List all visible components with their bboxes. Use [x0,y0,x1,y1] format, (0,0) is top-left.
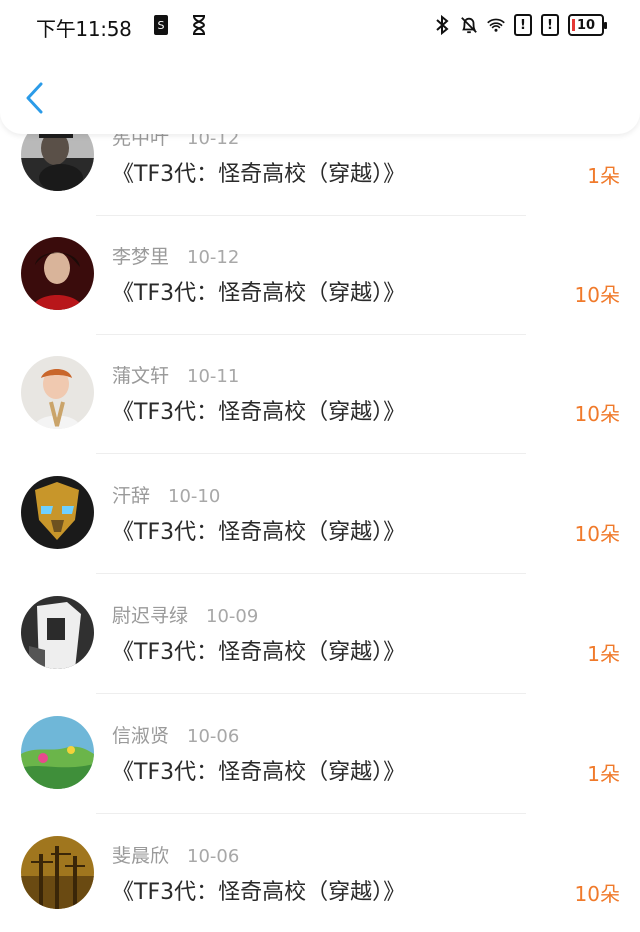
list-item[interactable]: 宪中叶 10-12 《TF3代：怪奇高校（穿越）》 1朵 [0,118,640,238]
sent-date: 10-06 [187,846,240,867]
storage-s-icon: S [152,13,170,37]
divider [96,813,526,814]
divider [96,453,526,454]
status-right-icons: ! ! 10 [433,13,607,37]
avatar[interactable] [21,716,94,789]
book-title: 《TF3代：怪奇高校（穿越）》 [112,162,406,187]
sender-name: 李梦里 [112,246,170,268]
list-item[interactable]: 尉迟寻绿 10-09 《TF3代：怪奇高校（穿越）》 1朵 [0,596,640,716]
flower-count: 10朵 [574,882,620,906]
sent-date: 10-06 [187,726,240,747]
bell-off-icon [460,13,478,37]
sender-line: 李梦里 10-12 [112,242,239,269]
list-item[interactable]: 李梦里 10-12 《TF3代：怪奇高校（穿越）》 10朵 [0,237,640,357]
bluetooth-icon [433,13,451,37]
sender-name: 信淑贤 [112,725,170,747]
sender-line: 信淑贤 10-06 [112,721,239,748]
avatar[interactable] [21,476,94,549]
status-left-icons: S [152,13,208,37]
sender-line: 汗辞 10-10 [112,481,220,508]
flower-count: 10朵 [574,522,620,546]
avatar[interactable] [21,596,94,669]
divider [96,693,526,694]
sender-name: 汗辞 [112,485,151,507]
divider [96,215,526,216]
divider [96,573,526,574]
battery-icon: 10 [568,14,607,36]
svg-text:S: S [158,19,165,32]
sent-date: 10-11 [187,366,240,387]
status-time: 下午11:58 [36,17,132,41]
status-bar: 下午11:58 S ! ! 10 [0,0,640,52]
flower-count: 1朵 [587,164,620,188]
chevron-left-icon [26,82,43,114]
list-item[interactable]: 斐晨欣 10-06 《TF3代：怪奇高校（穿越）》 10朵 [0,836,640,932]
avatar[interactable] [21,356,94,429]
list-item[interactable]: 汗辞 10-10 《TF3代：怪奇高校（穿越）》 10朵 [0,476,640,596]
sender-line: 蒲文轩 10-11 [112,361,239,388]
avatar[interactable] [21,237,94,310]
nav-bar [0,52,640,134]
book-title: 《TF3代：怪奇高校（穿越）》 [112,640,406,665]
sent-date: 10-10 [168,486,221,507]
book-title: 《TF3代：怪奇高校（穿越）》 [112,281,406,306]
flower-gift-list: 宪中叶 10-12 《TF3代：怪奇高校（穿越）》 1朵 李梦里 10-12 《TF… [0,0,640,932]
flower-count: 1朵 [587,762,620,786]
flower-count: 1朵 [587,642,620,666]
sender-name: 尉迟寻绿 [112,605,189,627]
list-item[interactable]: 信淑贤 10-06 《TF3代：怪奇高校（穿越）》 1朵 [0,716,640,836]
sender-name: 蒲文轩 [112,365,170,387]
hourglass-icon [190,13,208,37]
book-title: 《TF3代：怪奇高校（穿越）》 [112,760,406,785]
avatar[interactable] [21,836,94,909]
wifi-icon [487,13,505,37]
book-title: 《TF3代：怪奇高校（穿越）》 [112,400,406,425]
sender-line: 尉迟寻绿 10-09 [112,601,258,628]
divider [96,334,526,335]
flower-count: 10朵 [574,283,620,307]
sent-date: 10-12 [187,247,240,268]
sent-date: 10-09 [206,606,259,627]
back-button[interactable] [18,78,52,118]
book-title: 《TF3代：怪奇高校（穿越）》 [112,880,406,905]
list-item[interactable]: 蒲文轩 10-11 《TF3代：怪奇高校（穿越）》 10朵 [0,356,640,476]
flower-count: 10朵 [574,402,620,426]
sender-name: 斐晨欣 [112,845,170,867]
book-title: 《TF3代：怪奇高校（穿越）》 [112,520,406,545]
sender-line: 斐晨欣 10-06 [112,841,239,868]
alert-box-icon: ! [541,14,559,36]
alert-box-icon: ! [514,14,532,36]
